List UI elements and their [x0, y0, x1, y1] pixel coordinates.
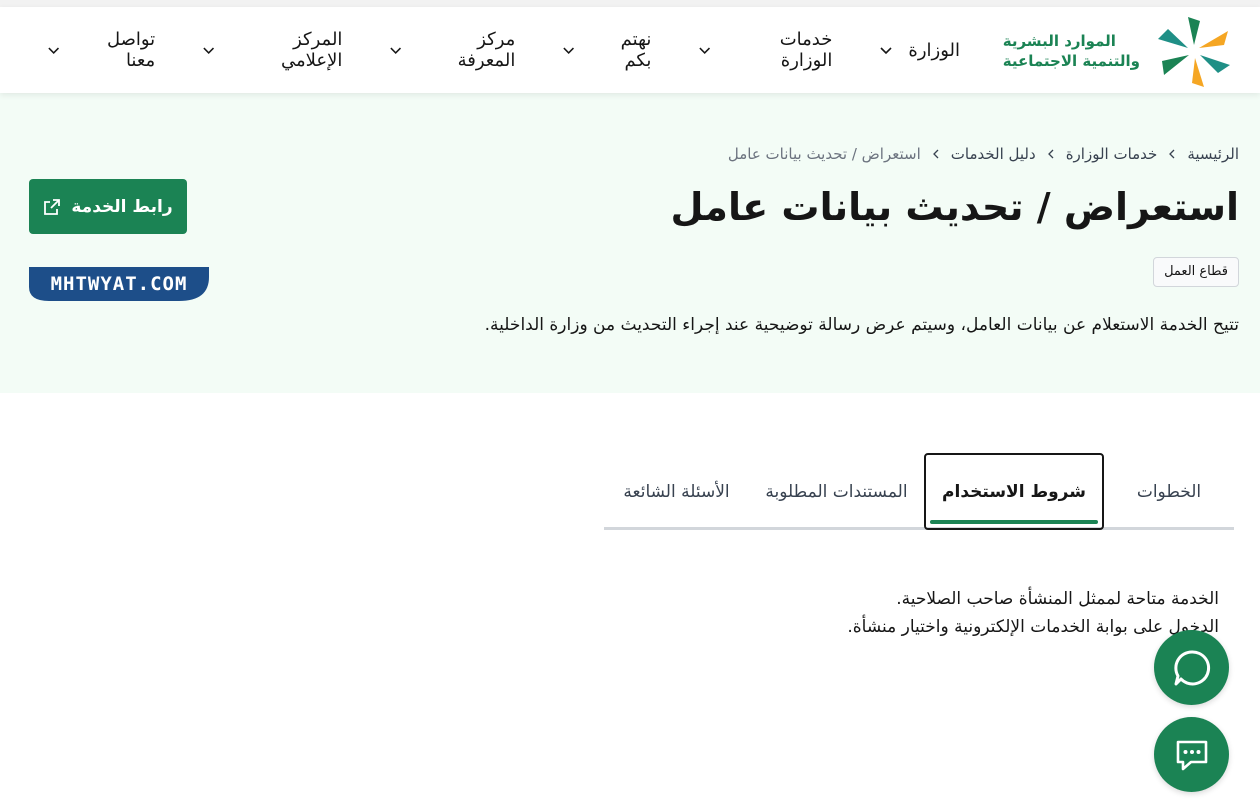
service-description: تتيح الخدمة الاستعلام عن بيانات العامل، …	[484, 315, 1239, 335]
logo-line-2: والتنمية الاجتماعية	[1002, 52, 1140, 70]
whatsapp-icon	[1173, 649, 1210, 685]
breadcrumb-service-guide[interactable]: دليل الخدمات	[951, 145, 1036, 163]
chat-button[interactable]	[1154, 717, 1229, 792]
tab-label: الخطوات	[1136, 481, 1202, 502]
ministry-logo-text: الموارد البشرية والتنمية الاجتماعية	[1003, 31, 1140, 71]
breadcrumb-services[interactable]: خدمات الوزارة	[1066, 145, 1158, 163]
nav-knowledge-center[interactable]: مركز المعرفة	[388, 29, 515, 71]
nav-media-center[interactable]: المركز الإعلامي	[201, 29, 342, 71]
chevron-left-icon	[1169, 149, 1175, 159]
service-tabs: الخطوات شروط الاستخدام المستندات المطلوب…	[604, 453, 1234, 530]
nav-label: نهتم بكم	[620, 29, 652, 71]
tab-label: الأسئلة الشائعة	[623, 481, 730, 502]
service-link-label: رابط الخدمة	[71, 196, 173, 217]
nav-ministry[interactable]: الوزارة	[878, 40, 960, 61]
chevron-down-icon	[203, 47, 215, 54]
nav-we-care[interactable]: نهتم بكم	[561, 29, 651, 71]
tab-required-documents[interactable]: المستندات المطلوبة	[749, 453, 924, 530]
top-strip	[0, 0, 1260, 7]
chat-icon	[1176, 740, 1207, 770]
chevron-down-icon	[880, 47, 892, 55]
service-hero: الرئيسية خدمات الوزارة دليل الخدمات استع…	[0, 93, 1260, 393]
breadcrumb-home[interactable]: الرئيسية	[1187, 145, 1239, 163]
chevron-left-icon	[932, 149, 939, 159]
content-line: الدخول على بوابة الخدمات الإلكترونية واخ…	[847, 617, 1219, 637]
watermark-logo: MHTWYAT.COM	[29, 267, 209, 301]
nav-label: مركز المعرفة	[457, 29, 516, 71]
active-tab-indicator	[930, 520, 1098, 524]
site-header: الموارد البشرية والتنمية الاجتماعية الوز…	[0, 7, 1260, 93]
nav-label: خدمات الوزارة	[779, 29, 833, 71]
tab-faq[interactable]: الأسئلة الشائعة	[604, 453, 749, 530]
breadcrumb: الرئيسية خدمات الوزارة دليل الخدمات استع…	[728, 145, 1239, 163]
tab-terms-of-use[interactable]: شروط الاستخدام	[924, 453, 1104, 530]
nav-label: المركز الإعلامي	[281, 29, 343, 71]
external-link-icon	[44, 198, 61, 215]
watermark-text: MHTWYAT.COM	[51, 273, 188, 295]
sector-badge: قطاع العمل	[1153, 257, 1239, 287]
ministry-logo[interactable]: الموارد البشرية والتنمية الاجتماعية	[1003, 13, 1242, 89]
breadcrumb-current: استعراض / تحديث بيانات عامل	[727, 145, 921, 163]
tab-label: المستندات المطلوبة	[765, 481, 908, 502]
chevron-left-icon	[1047, 149, 1054, 159]
tab-steps[interactable]: الخطوات	[1104, 453, 1234, 530]
page-title: استعراض / تحديث بيانات عامل	[670, 185, 1239, 229]
service-link-button[interactable]: رابط الخدمة	[29, 179, 187, 234]
ministry-logo-icon	[1158, 17, 1230, 87]
content-line: الخدمة متاحة لممثل المنشأة صاحب الصلاحية…	[896, 589, 1219, 609]
tab-content: الخدمة متاحة لممثل المنشأة صاحب الصلاحية…	[847, 585, 1219, 641]
chevron-down-icon	[48, 47, 60, 54]
whatsapp-button[interactable]	[1154, 630, 1229, 705]
chevron-down-icon	[563, 47, 575, 54]
nav-label: الوزارة	[908, 39, 960, 61]
chevron-down-icon	[699, 47, 711, 54]
nav-label: تواصل معنا	[106, 29, 156, 71]
logo-line-1: الموارد البشرية	[1002, 32, 1116, 50]
nav-services[interactable]: خدمات الوزارة	[697, 29, 832, 71]
main-nav: الوزارة خدمات الوزارة نهتم بكم مركز المع…	[0, 7, 960, 93]
nav-contact-us[interactable]: تواصل معنا	[46, 29, 155, 71]
tab-label: شروط الاستخدام	[942, 481, 1086, 502]
chevron-down-icon	[390, 47, 402, 54]
